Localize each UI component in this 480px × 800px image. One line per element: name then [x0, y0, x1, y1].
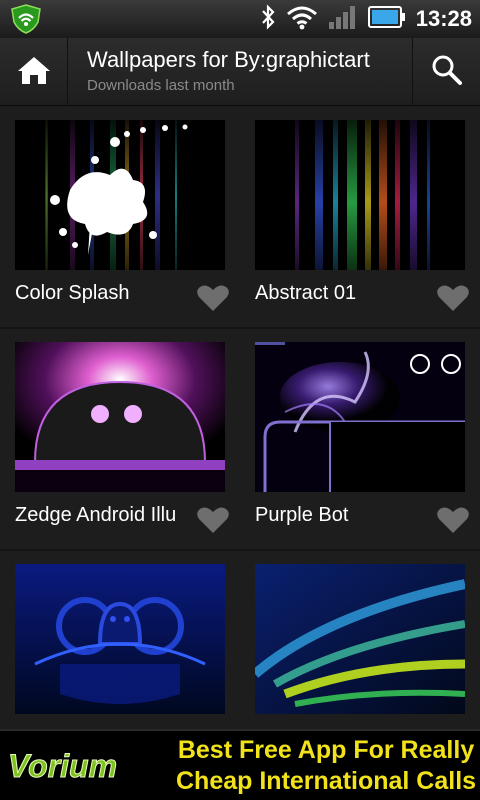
- wallpaper-thumbnail[interactable]: [15, 342, 225, 492]
- search-button[interactable]: [412, 38, 480, 106]
- heart-icon[interactable]: [196, 283, 230, 313]
- bluetooth-icon: [260, 4, 276, 34]
- heart-icon[interactable]: [436, 283, 470, 313]
- wallpaper-item[interactable]: [0, 551, 240, 729]
- wallpaper-label: Abstract 01: [255, 282, 357, 304]
- wallpaper-item[interactable]: [240, 551, 480, 729]
- wallpaper-thumbnail[interactable]: [255, 342, 465, 492]
- wallpaper-label: Zedge Android Illu: [15, 504, 177, 526]
- wallpaper-item-color-splash[interactable]: Color Splash: [0, 107, 240, 327]
- heart-icon[interactable]: [196, 505, 230, 535]
- page-subtitle: Downloads last month: [87, 77, 235, 94]
- ad-line-1: Best Free App For Really: [177, 736, 475, 764]
- ad-banner[interactable]: Vorium Best Free App For Really Cheap In…: [0, 729, 480, 800]
- shield-app-icon: [10, 4, 42, 34]
- wallpaper-item-purple-bot[interactable]: Purple Bot: [240, 329, 480, 549]
- wallpaper-item-zedge-android[interactable]: Zedge Android Illu: [0, 329, 240, 549]
- grid-row: Color Splash Abstract 01: [0, 107, 480, 329]
- clock: 13:28: [415, 6, 472, 31]
- wallpaper-thumbnail[interactable]: [255, 120, 465, 270]
- wallpaper-label: Color Splash: [15, 282, 130, 304]
- action-bar: Wallpapers for By:graphictart Downloads …: [0, 38, 480, 106]
- grid-row: Zedge Android Illu Purple Bot: [0, 329, 480, 551]
- ad-line-2: Cheap International Calls: [176, 767, 477, 795]
- wallpaper-thumbnail[interactable]: [15, 120, 225, 270]
- search-icon: [431, 54, 463, 90]
- heart-icon[interactable]: [436, 505, 470, 535]
- wallpaper-grid: Color Splash Abstract 01 Zedge Android I…: [0, 107, 480, 729]
- wallpaper-item-abstract-01[interactable]: Abstract 01: [240, 107, 480, 327]
- wifi-icon: [286, 4, 318, 34]
- home-icon: [17, 55, 51, 89]
- signal-icon: [328, 4, 358, 34]
- wallpaper-thumbnail[interactable]: [15, 564, 225, 714]
- page-title: Wallpapers for By:graphictart: [87, 47, 370, 72]
- title-block: Wallpapers for By:graphictart Downloads …: [87, 46, 407, 96]
- ad-text: Best Free App For Really Cheap Internati…: [176, 735, 476, 797]
- wallpaper-label: Purple Bot: [255, 504, 349, 526]
- home-button[interactable]: [0, 38, 68, 106]
- status-bar: 13:28: [0, 0, 480, 38]
- vorium-logo-text: Vorium: [8, 748, 117, 784]
- wallpaper-thumbnail[interactable]: [255, 564, 465, 714]
- vorium-logo: Vorium: [4, 741, 144, 789]
- battery-icon: [367, 4, 406, 34]
- grid-row: [0, 551, 480, 729]
